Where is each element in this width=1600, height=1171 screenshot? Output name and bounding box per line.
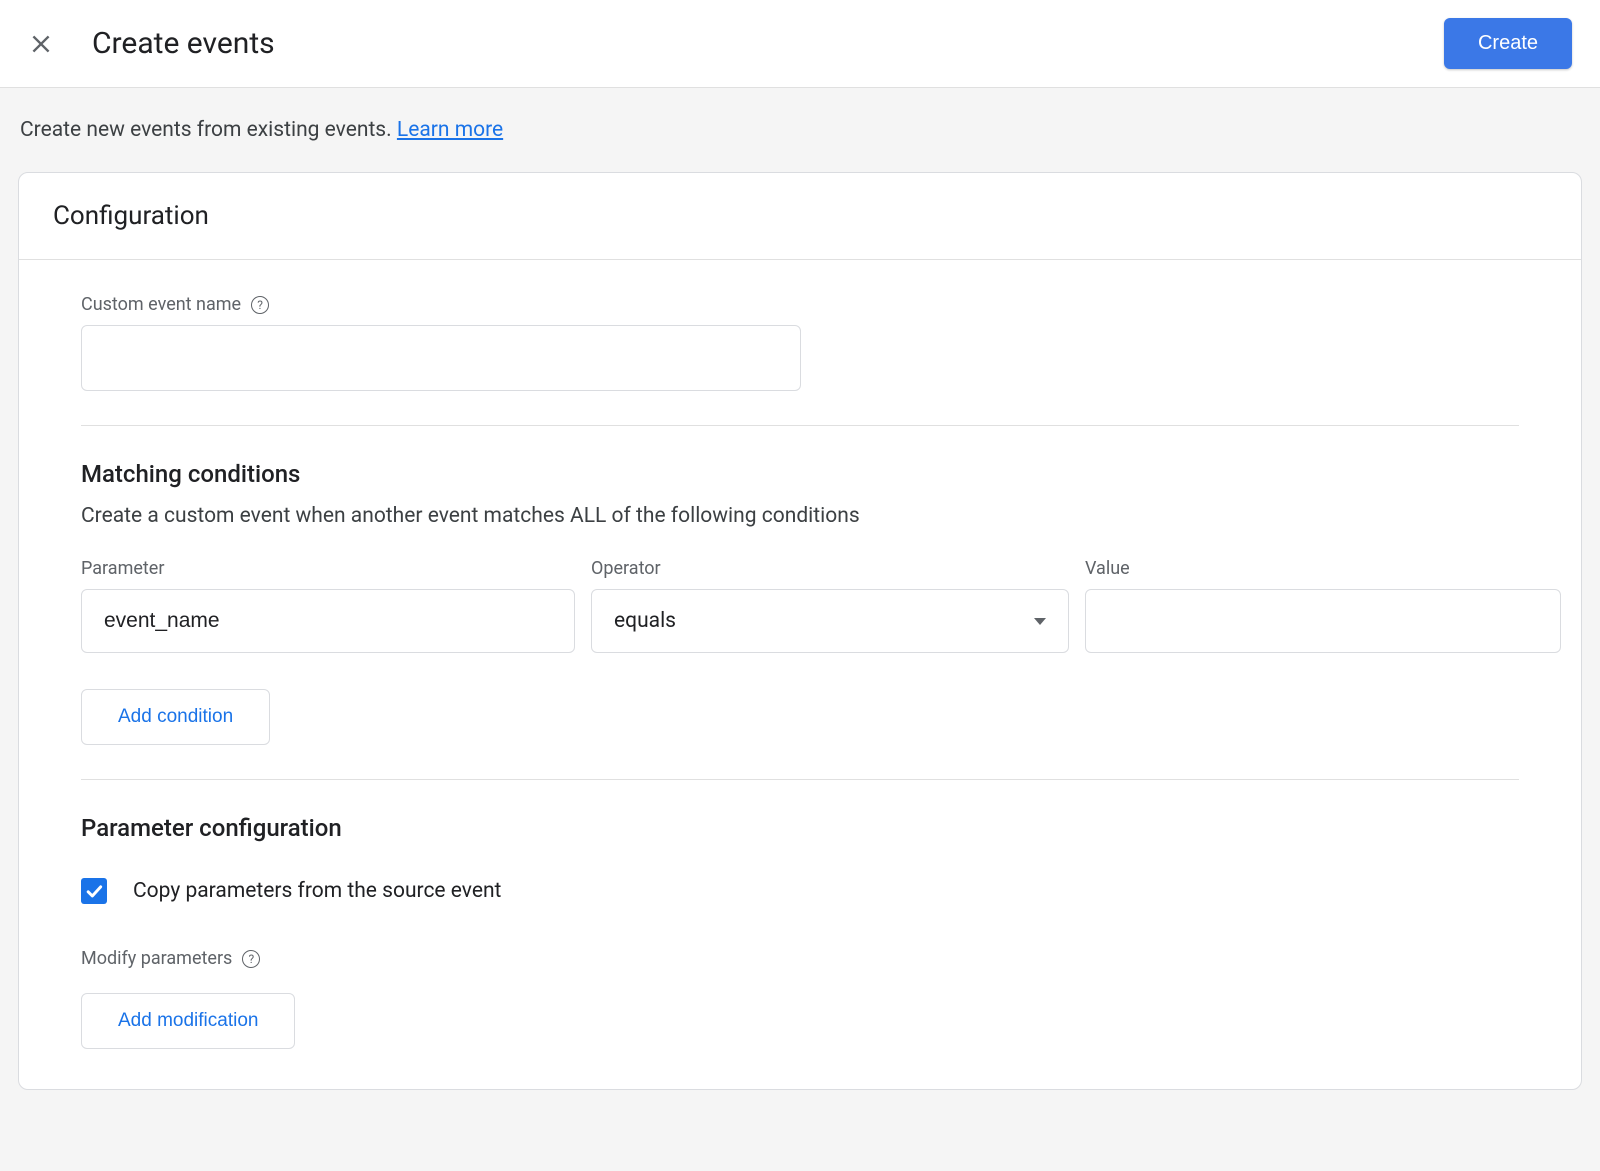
divider <box>81 425 1519 426</box>
operator-field: Operator equals <box>591 558 1069 653</box>
operator-select[interactable]: equals <box>591 589 1069 653</box>
parameter-input[interactable] <box>81 589 575 653</box>
header-left: Create events <box>28 26 275 61</box>
parameter-configuration-title: Parameter configuration <box>81 814 1519 842</box>
copy-params-checkbox[interactable] <box>81 878 107 904</box>
operator-label: Operator <box>591 558 1069 579</box>
add-condition-button[interactable]: Add condition <box>81 689 270 745</box>
add-modification-button[interactable]: Add modification <box>81 993 295 1049</box>
value-field: Value <box>1085 558 1561 653</box>
custom-event-name-input[interactable] <box>81 325 801 391</box>
modify-parameters-label: Modify parameters ? <box>81 948 1519 969</box>
card-title: Configuration <box>53 201 1547 231</box>
card-body: Custom event name ? Matching conditions … <box>19 260 1581 1089</box>
copy-params-label: Copy parameters from the source event <box>133 879 501 903</box>
help-icon[interactable]: ? <box>251 296 269 314</box>
help-icon[interactable]: ? <box>242 950 260 968</box>
chevron-down-icon <box>1034 618 1046 625</box>
create-button[interactable]: Create <box>1444 18 1572 69</box>
parameter-field: Parameter <box>81 558 575 653</box>
matching-conditions-description: Create a custom event when another event… <box>81 504 1519 528</box>
value-label: Value <box>1085 558 1561 579</box>
copy-params-row: Copy parameters from the source event <box>81 878 1519 904</box>
subheader-text: Create new events from existing events. <box>20 118 397 142</box>
page-title: Create events <box>92 26 275 61</box>
close-icon[interactable] <box>28 31 54 57</box>
subheader: Create new events from existing events. … <box>0 88 1600 172</box>
matching-conditions-title: Matching conditions <box>81 460 1519 488</box>
parameter-label: Parameter <box>81 558 575 579</box>
configuration-card: Configuration Custom event name ? Matchi… <box>18 172 1582 1090</box>
operator-value: equals <box>614 609 676 633</box>
custom-event-name-label-text: Custom event name <box>81 294 241 315</box>
card-header: Configuration <box>19 173 1581 260</box>
divider <box>81 779 1519 780</box>
modify-parameters-label-text: Modify parameters <box>81 948 232 969</box>
learn-more-link[interactable]: Learn more <box>397 118 503 142</box>
page-header: Create events Create <box>0 0 1600 88</box>
value-input[interactable] <box>1085 589 1561 653</box>
custom-event-name-label: Custom event name ? <box>81 294 1519 315</box>
conditions-row: Parameter Operator equals Value <box>81 558 1519 653</box>
